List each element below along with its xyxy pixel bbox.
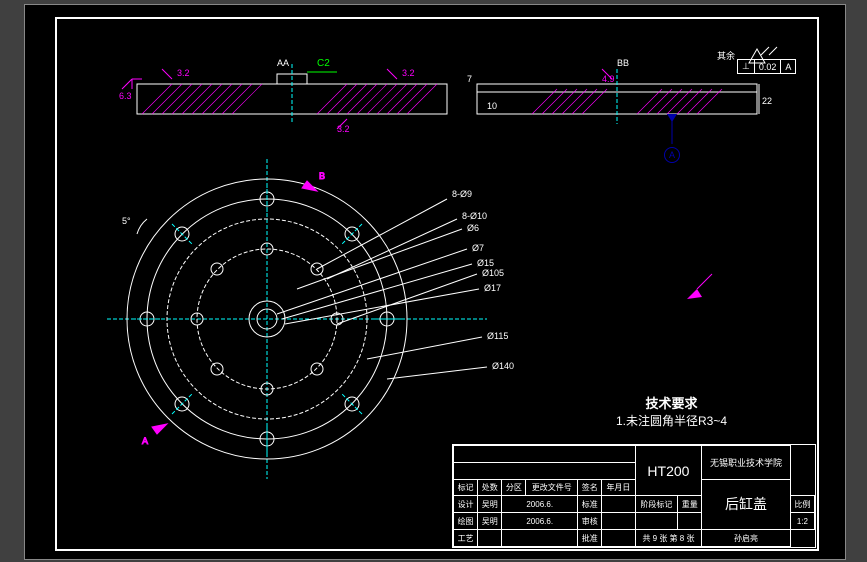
section-label-aa: AA [277,58,289,68]
scale-lbl: 比例 [790,496,814,513]
callout-d6: Ø6 [467,223,479,233]
scale-val: 1:2 [790,513,814,530]
approve-lbl: 审核 [578,513,602,530]
callout-d7: Ø7 [472,243,484,253]
callout-d15: Ø15 [477,258,494,268]
h-zone: 分区 [502,479,526,496]
dim-r-22: 22 [762,96,772,106]
part-name: 后缸盖 [702,479,791,529]
stage-lbl: 阶段标记 [635,496,678,513]
callout-d17: Ø17 [484,283,501,293]
check-date: 2006.6. [502,513,578,530]
check-name: 吴明 [478,513,502,530]
right-section-view: BB [467,58,772,144]
check-lbl: 绘图 [454,513,478,530]
tech-lbl: 工艺 [454,530,478,547]
cad-canvas: 其余 ⊥ 0.02 A AA C2 [24,4,846,560]
callout-d115: Ø115 [487,331,508,341]
h-count: 处数 [478,479,502,496]
callout-8-10: 8-Ø10 [462,211,487,221]
callout-d105: Ø105 [482,268,504,278]
section-b: B [319,171,325,181]
dim-left-3-2a: 3.2 [177,68,190,78]
section-a: A [142,436,148,446]
sheet-info: 共 9 张 第 8 张 [635,530,702,547]
callout-8-9: 8-Ø9 [452,189,472,199]
title-block: HT200 无锡职业技术学院 标记 处数 分区 更改文件号 签名 年月日 后缸盖… [452,444,816,548]
tol-datum: A [781,60,795,73]
section-label-bb: BB [617,58,629,68]
plan-view: 8-Ø9 8-Ø10 Ø6 Ø7 Ø15 Ø105 Ø17 Ø115 Ø140 … [107,159,514,479]
callout-d140: Ø140 [492,361,514,371]
material: HT200 [635,446,702,496]
h-mark: 标记 [454,479,478,496]
h-sign: 签名 [578,479,602,496]
req-title: 技术要求 [616,393,727,412]
tol-symbol: ⊥ [738,60,755,73]
std-lbl: 标准 [578,496,602,513]
surface-note: 其余 [717,50,735,61]
left-section-view: AA C2 [119,58,447,134]
dim-r-7: 7 [467,74,472,84]
angle-dim: 5° [122,216,131,226]
req-line1: 1.未注圆角半径R3~4 [616,412,727,429]
drawing-frame: 其余 ⊥ 0.02 A AA C2 [55,17,819,551]
dim-left-6-3: 6.3 [119,91,132,101]
chamfer-c2: C2 [317,58,330,69]
designer-lbl: 设计 [454,496,478,513]
dim-left-3-2b: 3.2 [402,68,415,78]
weight-lbl: 重量 [678,496,702,513]
tolerance-frame: ⊥ 0.02 A [737,59,796,74]
h-doc: 更改文件号 [526,479,578,496]
author: 孙启亮 [702,530,791,547]
designer-name: 吴明 [478,496,502,513]
approve2-lbl: 批准 [578,530,602,547]
designer-date: 2006.6. [502,496,578,513]
datum-a: A [664,147,680,163]
tol-value: 0.02 [755,60,782,73]
dim-bot-3-2: 3.2 [337,124,350,134]
school: 无锡职业技术学院 [702,446,791,480]
dim-r-10: 10 [487,101,497,111]
aux-marker [687,274,712,299]
h-date: 年月日 [602,479,635,496]
requirements-block: 技术要求 1.未注圆角半径R3~4 [616,393,727,429]
